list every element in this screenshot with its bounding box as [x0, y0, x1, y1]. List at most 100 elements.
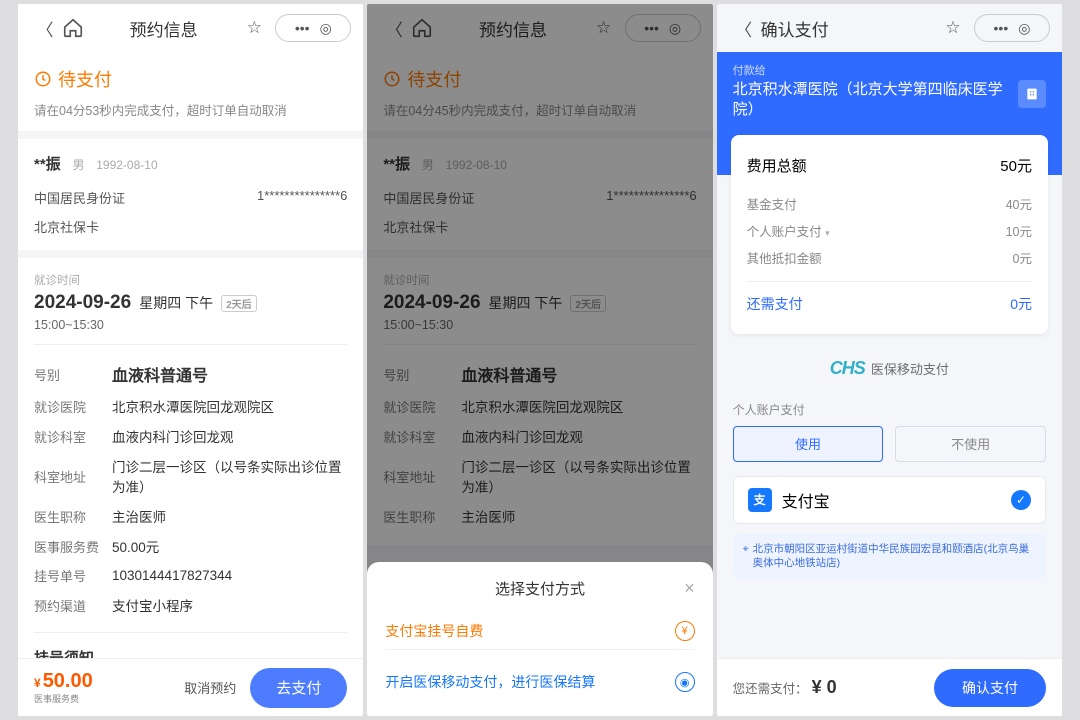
alipay-label: 支付宝 — [782, 488, 830, 512]
detail-val: 50.00元 — [112, 536, 159, 556]
appt-label: 就诊时间 — [34, 272, 347, 288]
clock-icon — [34, 70, 52, 88]
fee-total: 费用总额50元 — [747, 151, 1032, 180]
detail-row: 医生职称主治医师 — [34, 501, 347, 531]
price-value: 50.00 — [43, 670, 93, 693]
detail-val: 门诊二层一诊区（以号条实际出诊位置为准） — [112, 456, 347, 496]
eye-icon: ◉ — [675, 672, 695, 692]
coin-icon: ¥ — [675, 621, 695, 641]
detail-key: 科室地址 — [34, 467, 112, 486]
detail-row: 科室地址门诊二层一诊区（以号条实际出诊位置为准） — [34, 451, 347, 501]
patient-gender: 男 — [72, 158, 84, 172]
bottom-bar: ¥50.00 医事服务费 取消预约 去支付 — [18, 658, 363, 716]
chevron-down-icon: ▾ — [825, 228, 830, 238]
more-icon[interactable]: ••• — [295, 20, 310, 36]
detail-key: 就诊医院 — [34, 397, 112, 416]
detail-row: 预约渠道支付宝小程序 — [34, 590, 347, 620]
detail-row: 就诊医院北京积水潭医院回龙观院区 — [34, 391, 347, 421]
pay-option-alipay-self[interactable]: 支付宝挂号自费 ¥ — [385, 599, 694, 650]
time-slot: 15:00~15:30 — [34, 318, 347, 332]
appt-date: 2024-09-26 星期四 下午 2天后 — [34, 292, 347, 314]
weekday: 星期四 下午 — [139, 293, 213, 313]
detail-val: 1030144417827344 — [112, 568, 232, 583]
toggle-not-use[interactable]: 不使用 — [895, 426, 1046, 462]
target-icon[interactable]: ◎ — [320, 20, 332, 37]
payee-label: 付款给 — [733, 62, 1046, 78]
detail-val: 血液科普通号 — [112, 362, 208, 386]
detail-row: 挂号单号1030144417827344 — [34, 561, 347, 590]
detail-row: 医事服务费50.00元 — [34, 531, 347, 561]
detail-val: 北京积水潭医院回龙观院区 — [112, 396, 274, 416]
patient-name: **振 — [34, 156, 61, 173]
close-icon[interactable]: × — [684, 578, 695, 599]
bottom-bar: 您还需支付：¥ 0 确认支付 — [717, 658, 1062, 716]
target-icon[interactable]: ◎ — [1018, 20, 1030, 37]
toggle-use[interactable]: 使用 — [733, 426, 884, 462]
detail-key: 医生职称 — [34, 507, 112, 526]
location-icon: ⌖ — [743, 542, 749, 571]
page-title: 确认支付 — [761, 16, 829, 41]
back-icon[interactable]: 〈 — [733, 17, 755, 39]
content-scroll: 待支付 请在04分53秒内完成支付，超时订单自动取消 **振 男 1992-08… — [18, 52, 363, 716]
phone-screen2: 〈 预约信息 ☆ ••• ◎ 待支付 请在04分45秒内完成支付，超时订单自动取… — [367, 4, 712, 716]
sheet-title: 选择支付方式 × — [385, 578, 694, 599]
phone-screen3: 〈 确认支付 ☆ ••• ◎ 付款给 北京积水潭医院（北京大学第四临床医学院） … — [717, 4, 1062, 716]
divider — [34, 344, 347, 345]
cancel-button[interactable]: 取消预约 — [184, 678, 236, 697]
page-title: 预约信息 — [90, 16, 237, 41]
account-section-label: 个人账户支付 — [733, 401, 1046, 418]
detail-val: 血液内科门诊回龙观 — [112, 426, 234, 446]
fee-sub-row: 基金支付40元 — [747, 190, 1032, 217]
alipay-channel[interactable]: 支 支付宝 ✓ — [733, 476, 1046, 524]
id-number: 1***************6 — [257, 188, 347, 207]
location-text: 北京市朝阳区亚运村街道中华民族园宏昆和颐酒店(北京鸟巢奥体中心地铁站店) — [753, 542, 1036, 571]
top-bar: 〈 确认支付 ☆ ••• ◎ — [717, 4, 1062, 52]
alipay-icon: 支 — [748, 488, 772, 512]
star-icon[interactable]: ☆ — [243, 17, 265, 39]
check-icon: ✓ — [1011, 490, 1031, 510]
detail-row: 就诊科室血液内科门诊回龙观 — [34, 421, 347, 451]
status-text: 待支付 — [58, 66, 112, 92]
detail-key: 就诊科室 — [34, 427, 112, 446]
status: 待支付 — [34, 66, 347, 92]
social-card: 北京社保卡 — [34, 217, 347, 236]
fee-remain: 还需支付0元 — [747, 281, 1032, 318]
detail-val: 支付宝小程序 — [112, 595, 193, 615]
days-left-tag: 2天后 — [221, 295, 257, 312]
detail-key: 挂号单号 — [34, 566, 112, 585]
hospital-icon — [1018, 80, 1046, 108]
chs-label: 医保移动支付 — [871, 359, 949, 378]
chs-logo-row: CHS 医保移动支付 — [717, 358, 1062, 379]
confirm-pay-button[interactable]: 确认支付 — [934, 669, 1046, 707]
patient-dob: 1992-08-10 — [96, 158, 157, 172]
star-icon[interactable]: ☆ — [942, 17, 964, 39]
mini-program-capsule[interactable]: ••• ◎ — [974, 14, 1050, 42]
pay-button[interactable]: 去支付 — [250, 668, 347, 708]
detail-key: 号别 — [34, 365, 112, 384]
detail-rows: 号别血液科普通号就诊医院北京积水潭医院回龙观院区就诊科室血液内科门诊回龙观科室地… — [34, 357, 347, 620]
id-type-label: 中国居民身份证 — [34, 188, 125, 207]
hospital-name: 北京积水潭医院（北京大学第四临床医学院） — [733, 80, 1046, 121]
appointment-card: 就诊时间 2024-09-26 星期四 下午 2天后 15:00~15:30 号… — [18, 258, 363, 682]
pay-option-insurance[interactable]: 开启医保移动支付，进行医保结算 ◉ — [385, 650, 694, 696]
fee-sub-row[interactable]: 个人账户支付 ▾10元 — [747, 217, 1032, 244]
back-icon[interactable]: 〈 — [34, 17, 56, 39]
chs-logo-icon: CHS — [830, 358, 865, 379]
mini-program-capsule[interactable]: ••• ◎ — [275, 14, 351, 42]
detail-key: 预约渠道 — [34, 596, 112, 615]
top-bar: 〈 预约信息 ☆ ••• ◎ — [18, 4, 363, 52]
home-icon[interactable] — [62, 17, 84, 39]
fee-sub-row: 其他抵扣金额0元 — [747, 244, 1032, 271]
status-card: 待支付 请在04分53秒内完成支付，超时订单自动取消 — [18, 52, 363, 131]
fee-card: 费用总额50元 基金支付40元个人账户支付 ▾10元其他抵扣金额0元 还需支付0… — [731, 135, 1048, 334]
patient-card: **振 男 1992-08-10 中国居民身份证 1**************… — [18, 139, 363, 250]
account-toggle: 使用 不使用 — [717, 426, 1062, 462]
more-icon[interactable]: ••• — [994, 20, 1009, 36]
detail-row: 号别血液科普通号 — [34, 357, 347, 391]
status-desc: 请在04分53秒内完成支付，超时订单自动取消 — [34, 100, 347, 119]
amount-due: 您还需支付：¥ 0 — [733, 677, 837, 698]
location-bubble[interactable]: ⌖ 北京市朝阳区亚运村街道中华民族园宏昆和颐酒店(北京鸟巢奥体中心地铁站店) — [733, 534, 1046, 579]
detail-key: 医事服务费 — [34, 537, 112, 556]
phone-screen1: 〈 预约信息 ☆ ••• ◎ 待支付 请在04分53秒内完成支付，超时订单自动取… — [18, 4, 363, 716]
detail-val: 主治医师 — [112, 506, 166, 526]
